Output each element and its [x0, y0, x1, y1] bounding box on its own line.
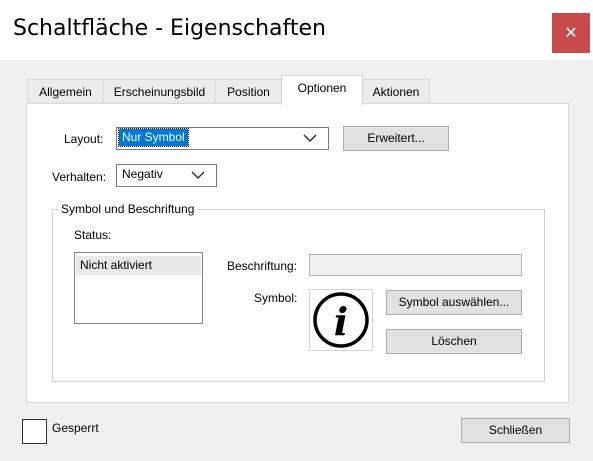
- locked-checkbox[interactable]: [22, 419, 47, 444]
- clear-symbol-button[interactable]: Löschen: [386, 329, 522, 354]
- title-bar: Schaltfläche - Eigenschaften ✕: [0, 0, 593, 60]
- close-icon[interactable]: ✕: [552, 13, 590, 53]
- layout-label: Layout:: [64, 132, 104, 146]
- close-button[interactable]: Schließen: [461, 418, 570, 443]
- info-icon: i: [313, 292, 369, 348]
- group-title: Symbol und Beschriftung: [58, 202, 198, 216]
- tab-optionen[interactable]: Optionen: [281, 75, 363, 105]
- advanced-button[interactable]: Erweitert...: [343, 126, 449, 151]
- behavior-select[interactable]: Negativ: [116, 164, 217, 187]
- chevron-down-icon: [180, 165, 216, 186]
- caption-label: Beschriftung:: [227, 259, 298, 273]
- tab-erscheinungsbild[interactable]: Erscheinungsbild: [103, 79, 216, 103]
- locked-label: Gesperrt: [52, 421, 99, 435]
- caption-field[interactable]: [309, 254, 522, 276]
- symbol-label: Symbol:: [254, 291, 298, 305]
- status-list[interactable]: Nicht aktiviert: [74, 252, 203, 324]
- symbol-preview: i: [309, 289, 373, 351]
- tab-allgemein[interactable]: Allgemein: [27, 79, 104, 103]
- window-title: Schaltfläche - Eigenschaften: [13, 16, 326, 41]
- tab-position[interactable]: Position: [215, 79, 282, 103]
- select-symbol-button[interactable]: Symbol auswählen...: [386, 290, 522, 315]
- chevron-down-icon: [292, 128, 328, 149]
- behavior-select-value: Negativ: [122, 167, 163, 181]
- behavior-label: Verhalten:: [52, 170, 107, 184]
- layout-select[interactable]: Nur Symbol: [116, 127, 329, 150]
- list-item[interactable]: Nicht aktiviert: [76, 256, 201, 275]
- status-label: Status:: [74, 228, 112, 242]
- svg-text:i: i: [334, 299, 348, 344]
- tab-aktionen[interactable]: Aktionen: [362, 79, 430, 103]
- layout-select-value: Nur Symbol: [118, 128, 189, 147]
